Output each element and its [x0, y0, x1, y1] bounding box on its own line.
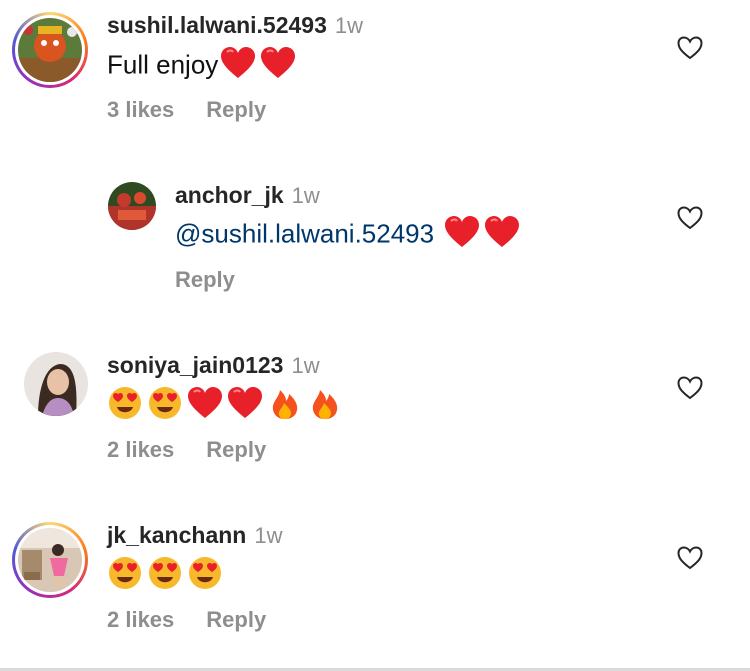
avatar-story-ring[interactable] — [12, 522, 88, 598]
comment-item: soniya_jain0123 1w 2 likes Reply — [0, 330, 750, 500]
reply-item: anchor_jk 1w @sushil.lalwani.52493 Reply — [0, 160, 750, 330]
reply-button[interactable]: Reply — [206, 437, 266, 462]
mention-link[interactable]: @sushil.lalwani.52493 — [175, 218, 434, 248]
comment-item: jk_kanchann 1w 2 likes Reply — [0, 500, 750, 671]
fire-emoji — [267, 385, 303, 428]
heart-eyes-emoji — [107, 555, 143, 598]
like-heart-icon[interactable] — [677, 546, 703, 570]
avatar — [18, 18, 82, 82]
comment-actions: 2 likes Reply — [107, 437, 266, 463]
heart-eyes-emoji — [147, 385, 183, 428]
comment-text — [107, 385, 347, 428]
avatar[interactable] — [108, 182, 156, 230]
comment-text: Full enjoy — [107, 46, 300, 87]
heart-eyes-emoji — [107, 385, 143, 428]
comment-timestamp: 1w — [291, 353, 320, 378]
avatar-story-ring[interactable] — [12, 12, 88, 88]
comment-timestamp: 1w — [254, 523, 283, 548]
comment-username[interactable]: jk_kanchann 1w — [107, 522, 282, 549]
like-heart-icon[interactable] — [677, 206, 703, 230]
heart-eyes-emoji — [187, 555, 223, 598]
comment-timestamp: 1w — [291, 183, 320, 208]
likes-count[interactable]: 2 likes — [107, 607, 174, 632]
heart-eyes-emoji — [147, 555, 183, 598]
heart-emoji — [444, 215, 480, 256]
comment-text — [107, 555, 227, 598]
reply-button[interactable]: Reply — [206, 97, 266, 122]
heart-emoji — [227, 386, 263, 427]
comment-timestamp: 1w — [334, 13, 364, 38]
heart-emoji — [187, 386, 223, 427]
comment-username[interactable]: anchor_jk 1w — [175, 182, 320, 209]
comment-actions: 3 likes Reply — [107, 97, 266, 123]
reply-button[interactable]: Reply — [175, 267, 235, 292]
like-heart-icon[interactable] — [677, 376, 703, 400]
avatar — [18, 528, 82, 592]
comment-username[interactable]: soniya_jain0123 1w — [107, 352, 320, 379]
comment-item: sushil.lalwani.52493 1w Full enjoy 3 like… — [0, 0, 750, 160]
heart-emoji — [260, 46, 296, 87]
likes-count[interactable]: 3 likes — [107, 97, 174, 122]
comment-username[interactable]: sushil.lalwani.52493 1w — [107, 12, 363, 39]
comment-actions: 2 likes Reply — [107, 607, 266, 633]
comment-actions: Reply — [175, 267, 235, 293]
heart-emoji — [220, 46, 256, 87]
heart-emoji — [484, 215, 520, 256]
like-heart-icon[interactable] — [677, 36, 703, 60]
avatar[interactable] — [24, 352, 88, 416]
fire-emoji — [307, 385, 343, 428]
reply-button[interactable]: Reply — [206, 607, 266, 632]
likes-count[interactable]: 2 likes — [107, 437, 174, 462]
comment-text: @sushil.lalwani.52493 — [175, 215, 524, 256]
